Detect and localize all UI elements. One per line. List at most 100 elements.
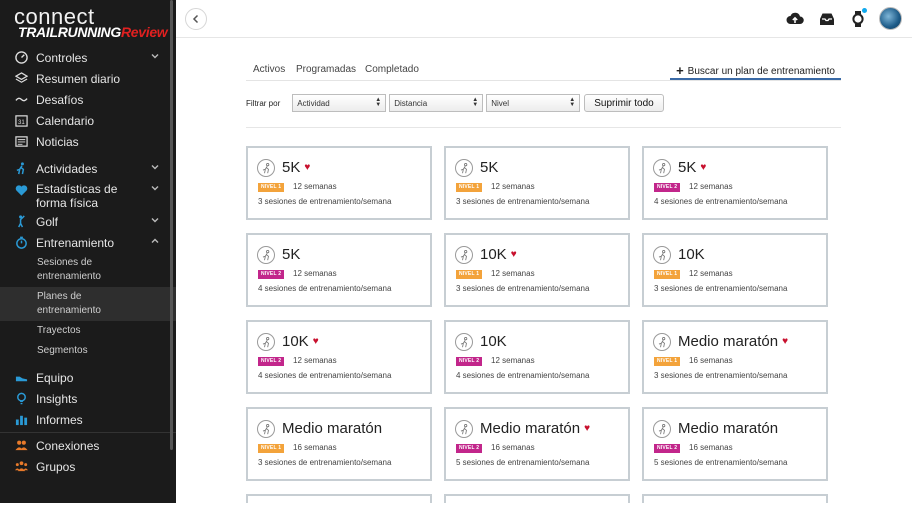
stopwatch-icon	[14, 236, 28, 250]
plan-duration: 12 semanas	[491, 182, 535, 191]
plan-sessions: 4 sesiones de entrenamiento/semana	[456, 371, 590, 380]
plan-duration: 16 semanas	[689, 356, 733, 365]
tab-completado[interactable]: Completado	[365, 64, 419, 75]
plan-card[interactable]: 10K ♥ NIVEL 1 12 semanas 3 sesiones de entre…	[444, 233, 630, 307]
tab-programadas[interactable]: Programadas	[296, 64, 356, 75]
plan-title-text: 10K	[480, 333, 507, 350]
select-arrows-icon: ▲ ▼	[569, 97, 576, 108]
plan-card[interactable]: Medio maratón NIVEL 1 16 semanas 3 sesiones…	[246, 407, 432, 481]
plan-duration: 16 semanas	[689, 443, 733, 452]
plan-title-text: 10K	[282, 333, 309, 350]
level-badge: NIVEL 1	[258, 183, 285, 192]
level-select[interactable]: Nivel ▲ ▼	[486, 94, 581, 112]
tab-activos[interactable]: Activos	[253, 64, 285, 75]
heart-icon	[14, 183, 28, 197]
runner-icon	[455, 420, 473, 438]
plan-card[interactable]: 10K NIVEL 2 12 semanas 4 sesiones de entren…	[444, 320, 630, 394]
sidebar-scrollbar[interactable]	[170, 0, 173, 450]
plan-card[interactable]: 10K NIVEL 1 12 semanas 3 sesiones de entren…	[642, 233, 828, 307]
back-button[interactable]	[185, 8, 207, 30]
sidebar-subitem-label: Trayectos	[37, 325, 81, 336]
plan-card[interactable]: 5K ♥ NIVEL 2 12 semanas 4 sesiones de entren…	[642, 146, 828, 220]
plan-card[interactable]: 5K NIVEL 2 12 semanas 4 sesiones de entrena…	[246, 233, 432, 307]
plan-sessions: 3 sesiones de entrenamiento/semana	[456, 284, 590, 293]
plan-title-text: Medio maratón	[678, 420, 779, 437]
lightbulb-icon	[14, 392, 28, 406]
plan-card[interactable]: Medio maratón ♥ NIVEL 1 16 semanas 3 sesione…	[642, 320, 828, 394]
plan-title: 5K ♥	[678, 159, 706, 177]
sidebar-subitem-sesiones[interactable]: Sesiones de entrenamiento	[0, 253, 176, 287]
plan-card[interactable]: 10K ♥ NIVEL 2 12 semanas 4 sesiones de entre…	[246, 320, 432, 394]
favorite-heart-icon[interactable]: ♥	[511, 246, 517, 264]
plan-title-text: 5K	[480, 159, 499, 176]
wave-icon	[14, 93, 28, 107]
runner-icon	[455, 159, 473, 177]
favorite-heart-icon[interactable]: ♥	[313, 333, 319, 351]
chevron-down-icon	[151, 218, 159, 223]
plan-sessions: 5 sesiones de entrenamiento/semana	[654, 458, 788, 467]
plan-card[interactable]: 5K NIVEL 1 12 semanas 3 sesiones de entrena…	[444, 146, 630, 220]
plan-title: 10K ♥	[480, 246, 517, 264]
app-window: connect TRAILRUNNINGReview Controles Res…	[0, 0, 912, 513]
plan-duration: 12 semanas	[491, 269, 535, 278]
plan-sessions: 3 sesiones de entrenamiento/semana	[654, 284, 788, 293]
sidebar-item-calendario[interactable]: 31 Calendario	[0, 110, 176, 131]
sidebar-item-resumen-diario[interactable]: Resumen diario	[0, 68, 176, 89]
plan-card[interactable]: Medio maratón NIVEL 2 16 semanas 5 sesiones…	[642, 407, 828, 481]
sidebar-item-noticias[interactable]: Noticias	[0, 131, 176, 152]
avatar[interactable]	[879, 7, 902, 30]
plan-sessions: 3 sesiones de entrenamiento/semana	[456, 197, 590, 206]
chevron-up-icon	[151, 238, 159, 243]
plan-duration: 12 semanas	[689, 269, 733, 278]
sidebar-item-actividades[interactable]: Actividades	[0, 158, 176, 179]
sidebar-item-label: Actividades	[36, 161, 98, 176]
layers-icon	[14, 72, 28, 86]
clear-filters-button[interactable]: Suprimir todo	[584, 94, 664, 112]
sidebar-subitem-trayectos[interactable]: Trayectos	[0, 321, 176, 341]
plan-sessions: 4 sesiones de entrenamiento/semana	[654, 197, 788, 206]
cloud-upload-icon[interactable]	[786, 10, 804, 28]
sidebar-item-label: Golf	[36, 214, 59, 229]
runner-icon	[257, 246, 275, 264]
favorite-heart-icon[interactable]: ♥	[304, 159, 310, 177]
plan-title-text: 10K	[480, 246, 507, 263]
distance-select[interactable]: Distancia ▲ ▼	[389, 94, 484, 112]
bar-chart-icon	[14, 413, 28, 427]
runner-icon	[653, 159, 671, 177]
runner-icon	[653, 246, 671, 264]
sidebar-item-desafios[interactable]: Desafíos	[0, 89, 176, 110]
sidebar-subitem-planes[interactable]: Planes de entrenamiento	[0, 287, 176, 321]
favorite-heart-icon[interactable]: ♥	[782, 333, 788, 351]
plan-duration: 12 semanas	[293, 269, 337, 278]
inbox-icon[interactable]	[818, 10, 836, 28]
sidebar-item-estadisticas[interactable]: Estadísticas de forma física	[0, 179, 176, 211]
sidebar-item-controles[interactable]: Controles	[0, 47, 176, 68]
sidebar-item-grupos[interactable]: Grupos	[0, 456, 176, 477]
level-badge: NIVEL 1	[654, 357, 681, 366]
golfer-icon	[14, 215, 28, 229]
level-badge: NIVEL 1	[456, 270, 483, 279]
plan-title: Medio maratón	[282, 420, 382, 438]
plan-card[interactable]: 5K ♥ NIVEL 1 12 semanas 3 sesiones de entren…	[246, 146, 432, 220]
sidebar-subitem-segmentos[interactable]: Segmentos	[0, 341, 176, 361]
sidebar-item-label: Estadísticas de forma física	[36, 182, 118, 210]
svg-text:31: 31	[17, 120, 24, 126]
favorite-heart-icon[interactable]: ♥	[700, 159, 706, 177]
sidebar-item-insights[interactable]: Insights	[0, 388, 176, 409]
activity-select[interactable]: Actividad ▲ ▼	[292, 94, 387, 112]
favorite-heart-icon[interactable]: ♥	[584, 420, 590, 438]
plan-card[interactable]: Medio maratón ♥ NIVEL 2 16 semanas 5 sesione…	[444, 407, 630, 481]
plan-duration: 12 semanas	[491, 356, 535, 365]
distance-select-value: Distancia	[394, 98, 428, 108]
sidebar-item-conexiones[interactable]: Conexiones	[0, 435, 176, 456]
sidebar-item-golf[interactable]: Golf	[0, 211, 176, 232]
sidebar-item-entrenamiento[interactable]: Entrenamiento	[0, 232, 176, 253]
logo[interactable]: connect TRAILRUNNINGReview	[14, 6, 176, 41]
plan-title-text: 5K	[282, 246, 301, 263]
notification-dot	[862, 8, 867, 13]
sidebar-item-equipo[interactable]: Equipo	[0, 367, 176, 388]
logo-overlay-main: TRAILRUNNING	[18, 24, 121, 40]
level-badge: NIVEL 2	[456, 444, 483, 453]
sidebar-item-informes[interactable]: Informes	[0, 409, 176, 430]
find-plan-button[interactable]: + Buscar un plan de entrenamiento	[670, 64, 841, 80]
